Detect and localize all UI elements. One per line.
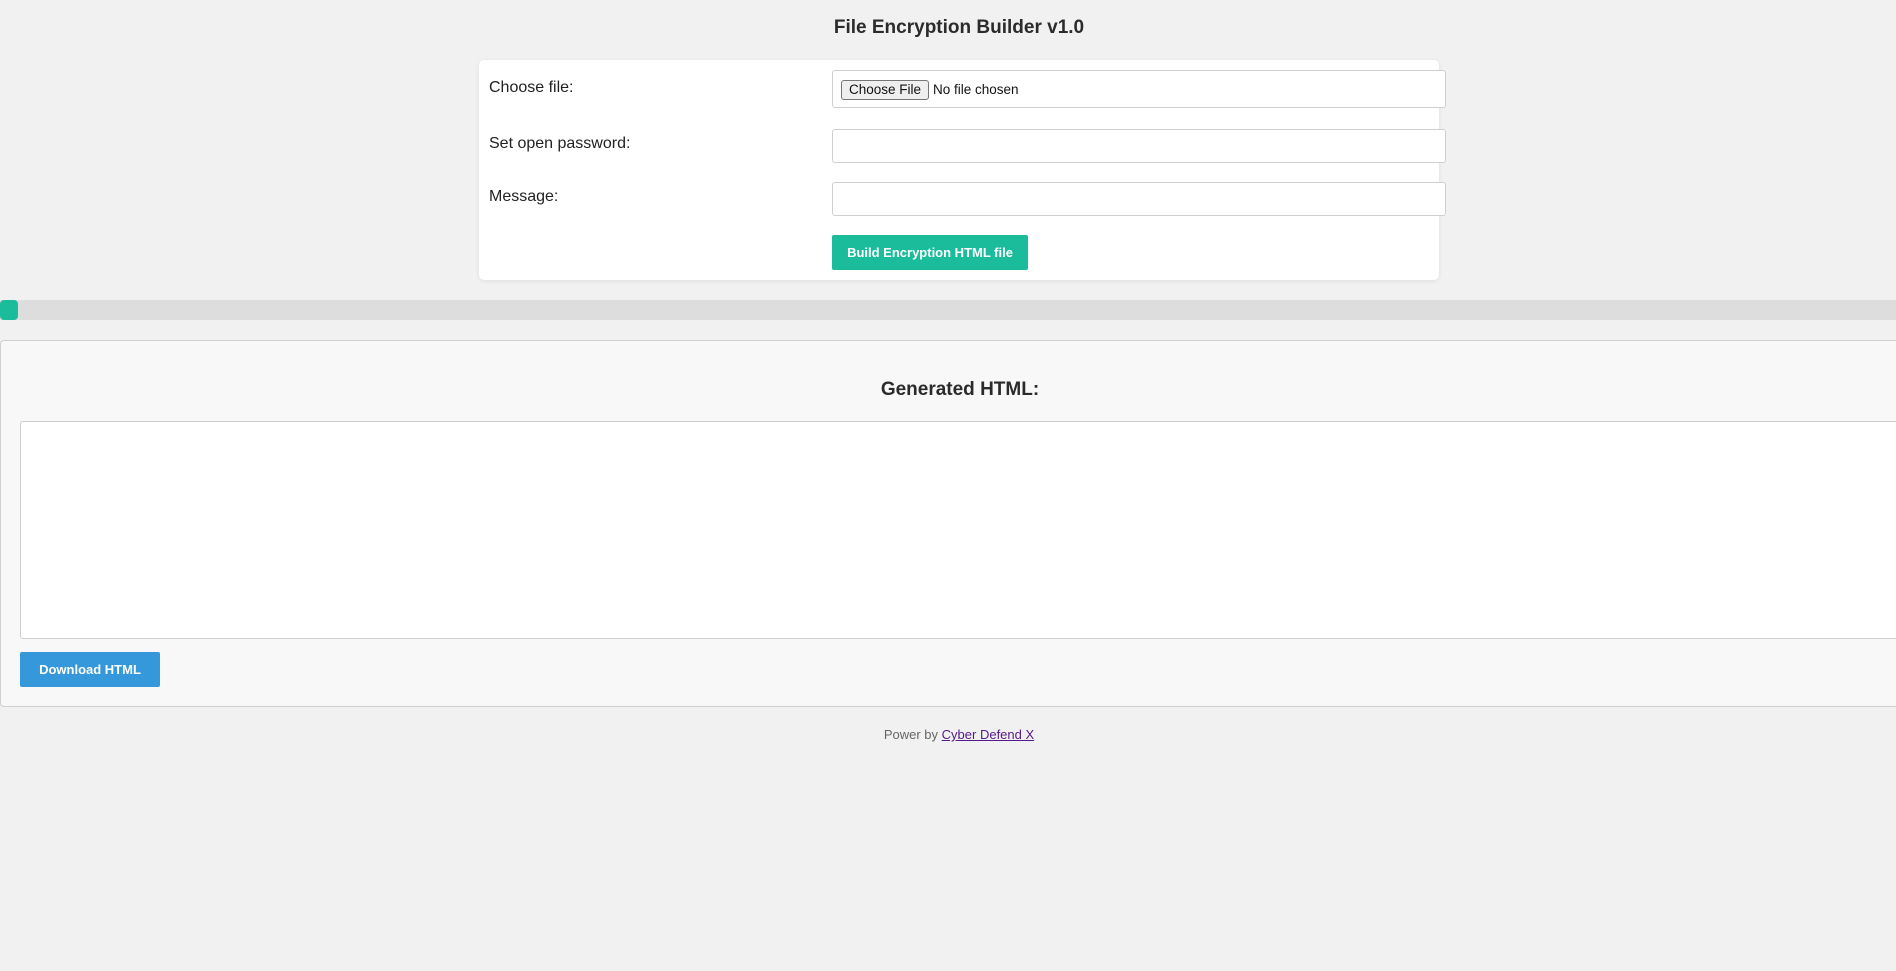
message-input[interactable] — [832, 182, 1446, 216]
progress-bar — [0, 300, 1896, 320]
cyber-defend-x-link[interactable]: Cyber Defend X — [942, 727, 1035, 742]
download-html-button[interactable]: Download HTML — [20, 652, 160, 687]
build-encryption-button[interactable]: Build Encryption HTML file — [832, 235, 1028, 270]
output-panel: Generated HTML: Download HTML — [0, 340, 1896, 707]
generated-html-title: Generated HTML: — [880, 379, 1040, 400]
file-status-text: No file chosen — [933, 82, 1019, 97]
footer: Power by Cyber Defend X — [0, 727, 1896, 742]
page-title: File Encryption Builder v1.0 — [833, 17, 1085, 38]
file-input[interactable]: Choose File No file chosen — [832, 70, 1446, 108]
progress-bar-fill — [0, 300, 18, 320]
message-label: Message: — [489, 188, 559, 205]
open-password-input[interactable] — [832, 129, 1446, 163]
open-password-label: Set open password: — [489, 135, 631, 152]
footer-prefix: Power by — [883, 727, 942, 742]
generated-html-textarea[interactable] — [20, 421, 1896, 639]
choose-file-button[interactable]: Choose File — [841, 80, 930, 100]
form-card: Choose file: Choose File No file chosen … — [479, 60, 1446, 280]
choose-file-label: Choose file: — [489, 79, 574, 96]
